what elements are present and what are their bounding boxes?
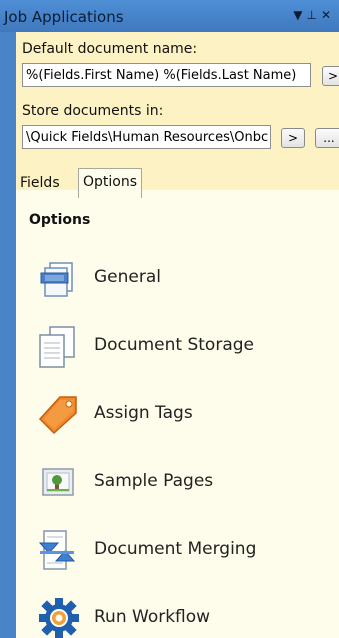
tab-strip: Fields Options [16,168,339,198]
document-storage-icon [39,326,75,368]
general-settings-icon [40,262,73,297]
option-document-storage-label: Document Storage [94,335,254,355]
default-document-name-label: Default document name: [22,41,198,57]
option-sample-pages[interactable]: Sample Pages [36,459,316,505]
option-sample-pages-label: Sample Pages [94,471,214,491]
store-documents-label: Store documents in: [22,103,164,119]
browse-folder-button[interactable]: ... [315,128,339,148]
option-run-workflow[interactable]: Run Workflow [36,595,316,638]
option-assign-tags-label: Assign Tags [94,403,193,423]
option-general[interactable]: General [36,255,316,301]
option-assign-tags[interactable]: Assign Tags [36,391,316,437]
pin-icon[interactable]: ⊥ [306,8,320,22]
sample-page-icon [42,468,74,496]
pane-controls: ▼⊥✕ [293,8,335,22]
close-icon[interactable]: ✕ [321,8,335,22]
store-path-insert-button[interactable]: > [281,128,305,148]
option-general-label: General [94,267,161,287]
default-document-name-field[interactable]: %(Fields.First Name) %(Fields.Last Name) [22,63,311,87]
dropdown-arrow-icon[interactable]: ▼ [293,8,306,22]
tab-fields[interactable]: Fields [16,170,64,196]
options-heading: Options [29,212,91,228]
pane-title: Job Applications [4,8,124,26]
option-document-merging[interactable]: Document Merging [36,527,316,573]
tab-options[interactable]: Options [78,168,143,198]
option-document-storage[interactable]: Document Storage [36,323,316,369]
option-document-merging-label: Document Merging [94,539,257,559]
store-documents-field[interactable]: \Quick Fields\Human Resources\Onbc [22,125,271,149]
merge-icon [38,530,76,570]
pane-title-bar[interactable]: Job Applications ▼⊥✕ [0,0,339,32]
job-applications-pane: Job Applications ▼⊥✕ Default document na… [0,0,339,638]
workflow-gear-icon [39,598,79,638]
tag-icon [38,396,77,435]
document-name-insert-button[interactable]: > [322,66,339,86]
option-run-workflow-label: Run Workflow [94,607,211,627]
